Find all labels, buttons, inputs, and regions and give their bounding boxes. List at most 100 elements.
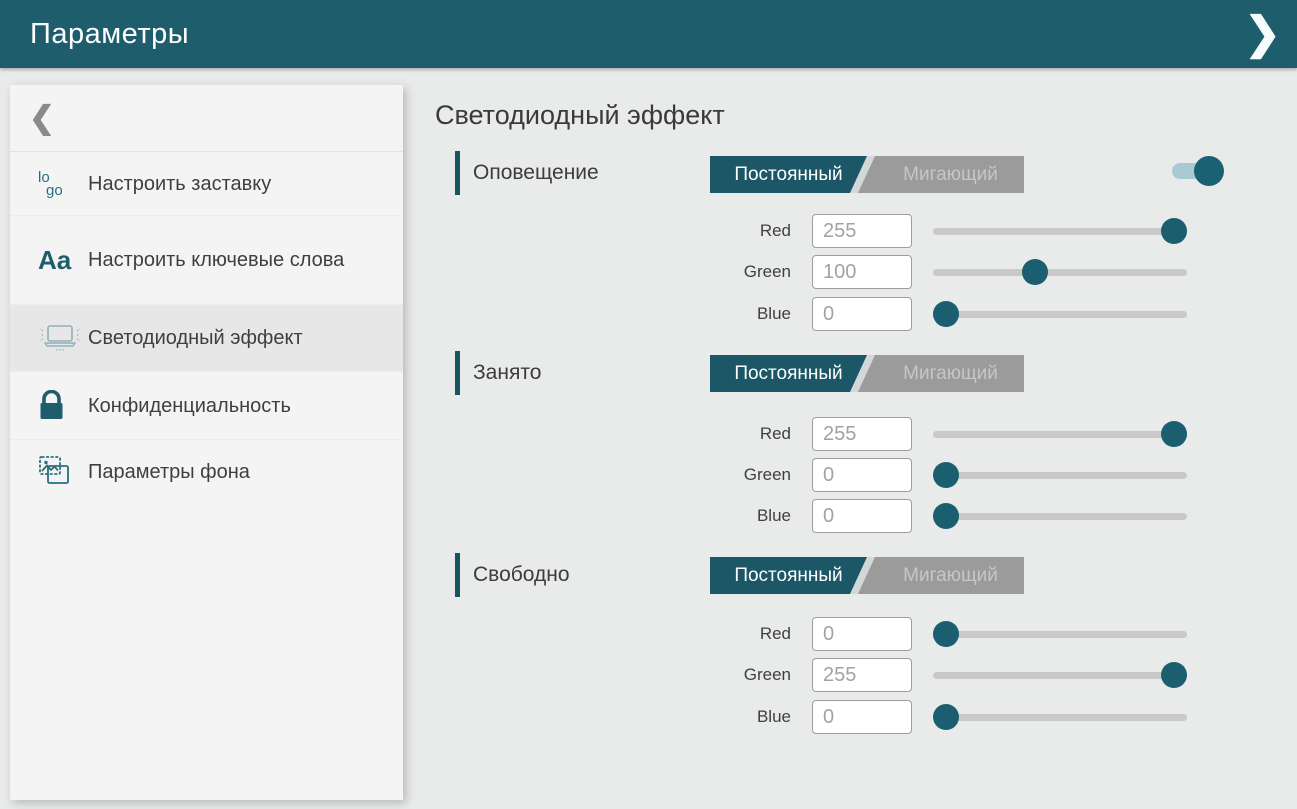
green-label: Green xyxy=(701,465,791,485)
blue-slider[interactable] xyxy=(933,297,1187,331)
slider-thumb[interactable] xyxy=(933,462,959,488)
slider-track xyxy=(933,269,1187,276)
lock-icon xyxy=(38,390,82,421)
mode-segmented-control: Постоянный Мигающий xyxy=(710,156,1024,193)
mode-constant-button[interactable]: Постоянный xyxy=(710,156,867,193)
green-slider[interactable] xyxy=(933,255,1187,289)
mode-constant-button[interactable]: Постоянный xyxy=(710,557,867,594)
top-bar: Параметры ❯ xyxy=(0,0,1297,68)
red-slider[interactable] xyxy=(933,214,1187,248)
section-label-busy: Занято xyxy=(473,351,541,395)
slider-thumb[interactable] xyxy=(1161,662,1187,688)
green-value-input[interactable] xyxy=(812,458,912,492)
mode-constant-label: Постоянный xyxy=(734,164,842,186)
mode-blinking-button[interactable]: Мигающий xyxy=(877,355,1024,392)
rgb-row-blue: Blue xyxy=(701,700,1187,734)
rgb-row-red: Red xyxy=(701,617,1187,651)
keywords-icon: Aa xyxy=(38,245,82,276)
section-accent-bar xyxy=(455,151,460,195)
sidebar: ❮ lo go Настроить заставку Aa Настроить … xyxy=(10,85,403,800)
slider-thumb[interactable] xyxy=(933,301,959,327)
section-label-alert: Оповещение xyxy=(473,151,599,195)
red-slider[interactable] xyxy=(933,417,1187,451)
sidebar-item-background[interactable]: Параметры фона xyxy=(10,439,403,503)
slider-track xyxy=(933,714,1187,721)
section-label-free: Свободно xyxy=(473,553,570,597)
red-value-input[interactable] xyxy=(812,617,912,651)
green-slider[interactable] xyxy=(933,458,1187,492)
back-chevron-icon: ❮ xyxy=(29,100,55,136)
slider-thumb[interactable] xyxy=(1022,259,1048,285)
green-value-input[interactable] xyxy=(812,255,912,289)
mode-blinking-button[interactable]: Мигающий xyxy=(877,557,1024,594)
green-label: Green xyxy=(701,665,791,685)
red-slider[interactable] xyxy=(933,617,1187,651)
notification-toggle[interactable] xyxy=(1172,155,1226,187)
mode-constant-button[interactable]: Постоянный xyxy=(710,355,867,392)
red-label: Red xyxy=(701,221,791,241)
red-value-input[interactable] xyxy=(812,417,912,451)
background-icon xyxy=(38,455,82,488)
sidebar-item-label: Конфиденциальность xyxy=(88,393,305,419)
sidebar-item-label: Светодиодный эффект xyxy=(88,325,317,351)
blue-label: Blue xyxy=(701,506,791,526)
rgb-row-green: Green xyxy=(701,255,1187,289)
slider-track xyxy=(933,431,1187,438)
slider-track xyxy=(933,472,1187,479)
mode-segmented-control: Постоянный Мигающий xyxy=(710,557,1024,594)
slider-thumb[interactable] xyxy=(1161,421,1187,447)
sidebar-back-button[interactable]: ❮ xyxy=(10,85,403,152)
sidebar-item-privacy[interactable]: Конфиденциальность xyxy=(10,371,403,439)
blue-value-input[interactable] xyxy=(812,499,912,533)
slider-thumb[interactable] xyxy=(933,704,959,730)
led-effect-icon xyxy=(38,324,82,352)
settings-window: Параметры ❯ ❮ lo go Настроить заставку A… xyxy=(0,0,1297,809)
rgb-row-blue: Blue xyxy=(701,499,1187,533)
slider-thumb[interactable] xyxy=(933,621,959,647)
mode-blinking-label: Мигающий xyxy=(903,164,998,186)
rgb-row-green: Green xyxy=(701,658,1187,692)
section-accent-bar xyxy=(455,351,460,395)
sidebar-item-splash-screen[interactable]: lo go Настроить заставку xyxy=(10,152,403,215)
slider-track xyxy=(933,513,1187,520)
rgb-row-red: Red xyxy=(701,214,1187,248)
slider-thumb[interactable] xyxy=(1161,218,1187,244)
mode-blinking-label: Мигающий xyxy=(903,363,998,385)
mode-blinking-label: Мигающий xyxy=(903,565,998,587)
slider-track xyxy=(933,311,1187,318)
green-value-input[interactable] xyxy=(812,658,912,692)
rgb-row-green: Green xyxy=(701,458,1187,492)
blue-slider[interactable] xyxy=(933,700,1187,734)
red-label: Red xyxy=(701,624,791,644)
mode-constant-label: Постоянный xyxy=(734,565,842,587)
toggle-knob xyxy=(1194,156,1224,186)
green-label: Green xyxy=(701,262,791,282)
rgb-row-blue: Blue xyxy=(701,297,1187,331)
slider-track xyxy=(933,631,1187,638)
mode-segmented-control: Постоянный Мигающий xyxy=(710,355,1024,392)
green-slider[interactable] xyxy=(933,658,1187,692)
blue-value-input[interactable] xyxy=(812,297,912,331)
page-title: Параметры xyxy=(30,18,189,51)
slider-track xyxy=(933,228,1187,235)
sidebar-item-label: Настроить ключевые слова xyxy=(88,247,358,273)
slider-thumb[interactable] xyxy=(933,503,959,529)
sidebar-item-label: Параметры фона xyxy=(88,459,264,485)
rgb-row-red: Red xyxy=(701,417,1187,451)
mode-blinking-button[interactable]: Мигающий xyxy=(877,156,1024,193)
logo-icon: lo go xyxy=(38,171,82,197)
sidebar-item-label: Настроить заставку xyxy=(88,171,285,197)
blue-value-input[interactable] xyxy=(812,700,912,734)
red-value-input[interactable] xyxy=(812,214,912,248)
section-accent-bar xyxy=(455,553,460,597)
sidebar-item-led-effect[interactable]: Светодиодный эффект xyxy=(10,304,403,371)
content-title: Светодиодный эффект xyxy=(435,100,725,131)
sidebar-item-keywords[interactable]: Aa Настроить ключевые слова xyxy=(10,215,403,304)
blue-slider[interactable] xyxy=(933,499,1187,533)
blue-label: Blue xyxy=(701,304,791,324)
logo-icon-line2: go xyxy=(46,184,63,197)
red-label: Red xyxy=(701,424,791,444)
blue-label: Blue xyxy=(701,707,791,727)
forward-chevron-icon[interactable]: ❯ xyxy=(1244,0,1281,68)
slider-track xyxy=(933,672,1187,679)
